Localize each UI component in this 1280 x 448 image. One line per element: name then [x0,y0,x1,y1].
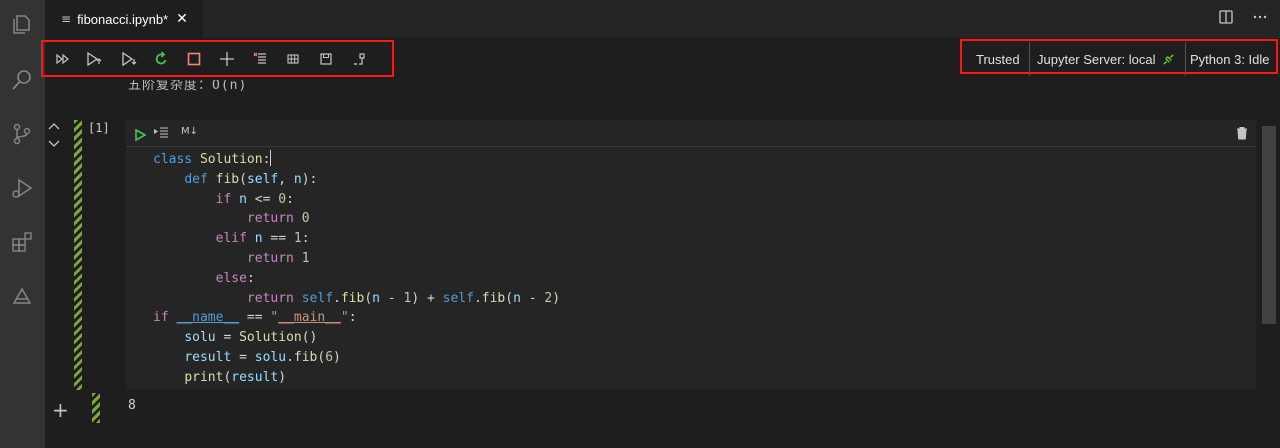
editor-actions [1218,9,1268,29]
code-line: class Solution: [153,150,272,167]
run-cell-icon[interactable] [134,126,147,145]
cell-output: 8 [128,398,136,413]
vertical-scrollbar[interactable] [1262,126,1276,324]
run-by-line-icon[interactable] [153,125,169,144]
cell-toolbar: M↓ [126,120,1256,147]
markdown-cell-partial: 五阶复杂度：O(n) [128,80,247,94]
trusted-status[interactable]: Trusted [976,49,1020,69]
markdown-toggle-button[interactable]: M↓ [181,126,198,137]
add-cell-icon[interactable] [217,49,237,69]
tab-fibonacci-notebook[interactable]: ≡ fibonacci.ipynb* ✕ [45,0,203,38]
tab-title: fibonacci.ipynb* [77,11,169,27]
search-icon[interactable] [6,64,38,96]
run-above-icon[interactable] [84,49,104,69]
remote-explorer-icon[interactable] [6,282,38,314]
notebook-file-icon: ≡ [61,12,72,26]
interrupt-kernel-icon[interactable] [184,49,204,69]
close-icon[interactable]: ✕ [176,11,188,27]
code-cell[interactable]: M↓ class Solution: def fib(self, n): if … [126,120,1256,390]
code-line: return 1 [246,250,310,266]
code-editor[interactable]: class Solution: def fib(self, n): if n <… [153,150,560,388]
source-control-icon[interactable] [6,118,38,150]
code-line: result = solu.fib(6) [184,349,341,365]
status-divider [1185,42,1186,76]
status-divider [1029,42,1030,76]
clear-outputs-icon[interactable] [251,49,271,69]
text-cursor [270,150,272,166]
code-line: if __name__ == "__main__": [153,310,357,326]
code-line: elif n == 1: [215,231,310,247]
chevron-down-icon[interactable] [48,140,60,147]
partial-text: 五阶复杂度：O(n) [128,80,248,93]
run-all-cells-icon[interactable] [53,49,73,69]
jupyter-server-status[interactable]: Jupyter Server: local [1037,49,1175,69]
explorer-icon[interactable] [6,8,38,40]
code-line: return 0 [246,211,310,227]
jupyter-server-label: Jupyter Server: local [1037,51,1156,67]
restart-kernel-icon[interactable] [151,49,171,69]
code-line: return self.fib(n - 1) + self.fib(n - 2) [246,290,561,306]
extensions-icon[interactable] [6,226,38,258]
split-editor-icon[interactable] [1218,9,1234,29]
cell-move-controls [47,120,61,154]
execution-count: [1] [88,121,110,135]
code-line: solu = Solution() [184,330,318,346]
notebook-toolbar: Trusted Jupyter Server: local Python 3: … [41,38,1280,80]
kernel-status[interactable]: Python 3: Idle [1190,49,1270,69]
activity-bar [0,0,45,448]
code-line: else: [215,270,255,286]
delete-cell-icon[interactable] [1236,125,1248,144]
export-python-icon[interactable] [350,49,370,69]
chevron-up-icon[interactable] [48,123,60,130]
code-line: if n <= 0: [215,191,294,207]
connected-plug-icon [1162,53,1174,65]
run-below-icon[interactable] [119,49,139,69]
tab-bar: ≡ fibonacci.ipynb* ✕ [45,0,1280,38]
variable-explorer-icon[interactable] [283,49,303,69]
code-line: print(result) [184,369,287,385]
code-line: def fib(self, n): [184,171,318,187]
save-icon[interactable] [316,49,336,69]
cell-status-stripe [74,120,82,390]
add-cell-below-button[interactable]: + [52,400,69,420]
more-actions-icon[interactable] [1252,9,1268,29]
output-status-stripe [92,393,100,423]
run-debug-icon[interactable] [6,172,38,204]
